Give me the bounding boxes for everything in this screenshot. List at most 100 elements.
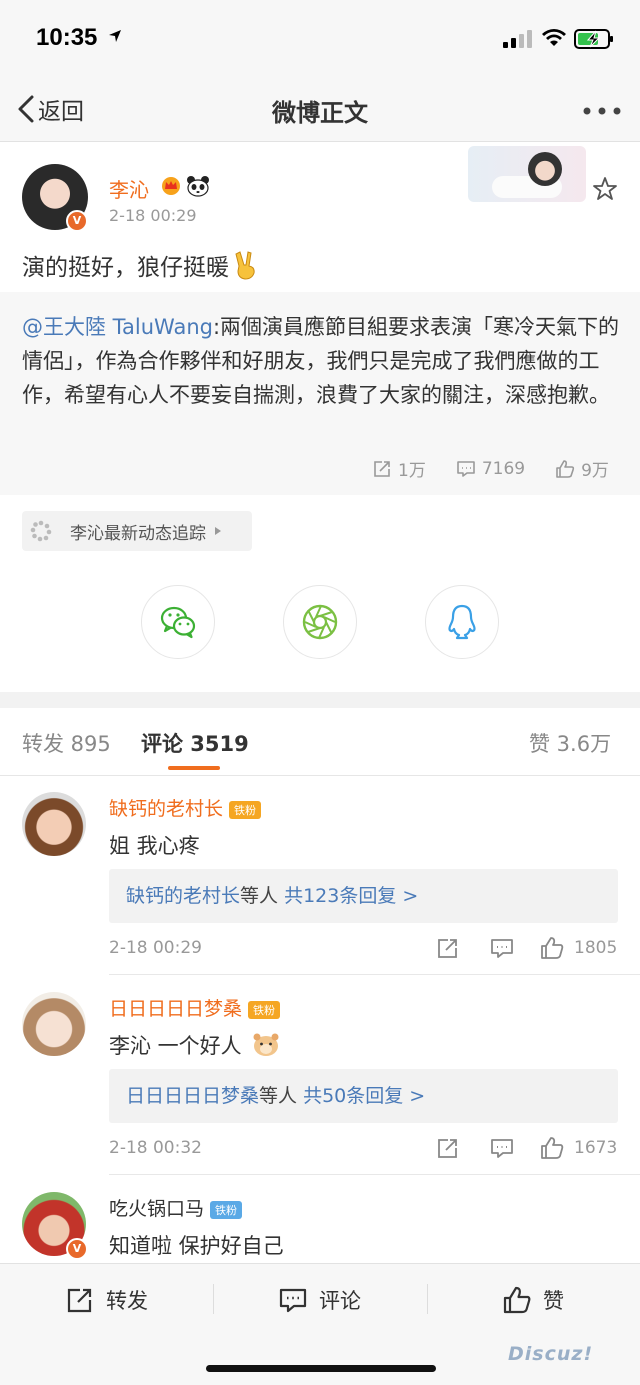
thumbs-up-icon xyxy=(556,459,575,478)
commenter-name-text: 日日日日日梦桑 xyxy=(109,998,243,1020)
fan-badge: 铁粉 xyxy=(248,1001,281,1019)
comment-time: 2-18 00:32 xyxy=(109,1138,202,1158)
topic-chip-label: 李沁最新动态追踪 xyxy=(70,523,206,544)
repost-label: 转发 xyxy=(106,1289,148,1313)
retweet-repost-stat[interactable]: 1万 xyxy=(372,456,426,481)
more-options-icon[interactable] xyxy=(582,106,622,116)
post-card: V 李沁 2-18 00:29 演的挺好，狼仔挺暖 xyxy=(0,142,640,292)
thumbs-up-icon xyxy=(503,1286,531,1314)
commenter-name[interactable]: 缺钙的老村长 铁粉 xyxy=(109,794,262,821)
comment-repost-button[interactable] xyxy=(436,936,460,960)
comment-like-count: 1805 xyxy=(574,938,618,958)
retweet-comment-stat[interactable]: 7169 xyxy=(456,456,525,481)
section-divider xyxy=(0,692,640,708)
thumbs-up-icon xyxy=(541,1137,564,1159)
comment-separator xyxy=(109,974,640,975)
like-button[interactable]: 赞 xyxy=(503,1284,564,1316)
share-moments-button[interactable] xyxy=(283,585,357,659)
comment-like-button[interactable]: 1673 xyxy=(540,1136,617,1160)
fan-badge: 铁粉 xyxy=(229,801,262,819)
toolbar-divider xyxy=(213,1284,214,1314)
topic-tracking-chip[interactable]: 李沁最新动态追踪 xyxy=(22,511,252,551)
thumbs-up-icon xyxy=(541,937,564,959)
retweeted-post[interactable]: @王大陸 TaluWang:兩個演員應節目組要求表演「寒冷天氣下的情侶」，作為合… xyxy=(0,292,640,495)
retweet-text: @王大陸 TaluWang:兩個演員應節目組要求表演「寒冷天氣下的情侶」，作為合… xyxy=(22,310,620,412)
retweet-repost-count: 1万 xyxy=(398,461,426,481)
share-qq-button[interactable] xyxy=(425,585,499,659)
reply-author-link[interactable]: 缺钙的老村长 xyxy=(126,885,240,907)
retweet-like-count: 9万 xyxy=(581,461,609,481)
qq-penguin-icon xyxy=(448,604,476,640)
tab-like[interactable]: 赞 3.6万 xyxy=(529,728,611,758)
vip-crown-icon[interactable] xyxy=(160,176,182,196)
comment-separator xyxy=(109,1174,640,1175)
post-time: 2-18 00:29 xyxy=(109,206,197,225)
commenter-avatar[interactable] xyxy=(22,792,86,856)
interaction-tabs: 转发 895 评论 3519 赞 3.6万 xyxy=(0,708,640,776)
decoration-card-image xyxy=(468,146,586,202)
comment-label: 评论 xyxy=(319,1289,361,1313)
comment-button[interactable]: 评论 xyxy=(279,1284,361,1316)
reply-mid-text: 等人 xyxy=(259,1085,298,1107)
verified-badge-icon: V xyxy=(66,1238,88,1260)
comment-text-content: 李沁 一个好人 xyxy=(109,1034,242,1058)
active-tab-indicator xyxy=(168,766,220,770)
comment-like-count: 1673 xyxy=(574,1138,618,1158)
battery-charging-icon xyxy=(574,29,613,49)
favorite-star-icon[interactable] xyxy=(592,176,618,202)
view-replies-link[interactable]: 共50条回复 > xyxy=(303,1085,425,1107)
fan-badge: 铁粉 xyxy=(210,1201,243,1219)
comment-actions: 1805 xyxy=(436,936,617,960)
author-name[interactable]: 李沁 xyxy=(109,174,149,203)
repost-icon xyxy=(374,460,390,477)
verified-badge-icon: V xyxy=(66,210,88,232)
panda-icon xyxy=(187,176,209,197)
tab-repost[interactable]: 转发 895 xyxy=(22,728,111,758)
comment-replies-box[interactable]: 日日日日日梦桑等人 共50条回复 > xyxy=(109,1069,618,1123)
commenter-avatar[interactable] xyxy=(22,992,86,1056)
comment-replies-box[interactable]: 缺钙的老村长等人 共123条回复 > xyxy=(109,869,618,923)
card-face xyxy=(528,152,562,186)
toolbar-divider xyxy=(427,1284,428,1314)
repost-icon xyxy=(438,939,457,958)
commenter-name[interactable]: 日日日日日梦桑 铁粉 xyxy=(109,994,281,1021)
like-label: 赞 xyxy=(543,1289,564,1313)
page-title: 微博正文 xyxy=(272,99,368,127)
comment-actions: 1673 xyxy=(436,1136,617,1160)
view-replies-link[interactable]: 共123条回复 > xyxy=(284,885,418,907)
post-text: 演的挺好，狼仔挺暖 xyxy=(22,248,259,282)
comment-time: 2-18 00:29 xyxy=(109,938,202,958)
location-arrow-icon xyxy=(109,30,121,42)
wechat-icon xyxy=(160,606,196,639)
repost-icon xyxy=(438,1139,457,1158)
victory-hand-emoji-icon xyxy=(235,251,255,280)
comment-icon xyxy=(457,460,475,477)
reply-author-link[interactable]: 日日日日日梦桑 xyxy=(126,1085,259,1107)
reply-mid-text: 等人 xyxy=(240,885,279,907)
watermark-text: Discuz! xyxy=(508,1343,594,1365)
caret-right-icon xyxy=(215,527,221,535)
moments-aperture-icon xyxy=(302,604,338,640)
retweet-comment-count: 7169 xyxy=(481,458,526,479)
status-time: 10:35 xyxy=(36,24,98,51)
nav-bar: 返回 微博正文 xyxy=(0,76,640,142)
comment-repost-button[interactable] xyxy=(436,1136,460,1160)
repost-button[interactable]: 转发 xyxy=(66,1284,148,1316)
tab-comment[interactable]: 评论 3519 xyxy=(141,728,249,758)
retweet-like-stat[interactable]: 9万 xyxy=(555,456,609,481)
comment-reply-button[interactable] xyxy=(490,936,514,960)
status-bar: 10:35 xyxy=(0,0,640,76)
retweet-mention-link[interactable]: @王大陸 TaluWang xyxy=(22,315,213,339)
comment-reply-button[interactable] xyxy=(490,1136,514,1160)
retweet-stats: 1万 7169 9万 xyxy=(372,456,609,481)
home-indicator[interactable] xyxy=(206,1365,436,1372)
comment-icon xyxy=(491,1139,513,1158)
hamster-emoji-icon xyxy=(253,1033,279,1056)
comment-like-button[interactable]: 1805 xyxy=(540,936,617,960)
post-text-content: 演的挺好，狼仔挺暖 xyxy=(22,255,229,281)
comment-text: 姐 我心疼 xyxy=(109,834,200,858)
commenter-name[interactable]: 吃火锅口马 铁粉 xyxy=(109,1194,243,1221)
repost-icon xyxy=(67,1288,92,1313)
share-wechat-button[interactable] xyxy=(141,585,215,659)
comment-text: 李沁 一个好人 xyxy=(109,1030,280,1060)
